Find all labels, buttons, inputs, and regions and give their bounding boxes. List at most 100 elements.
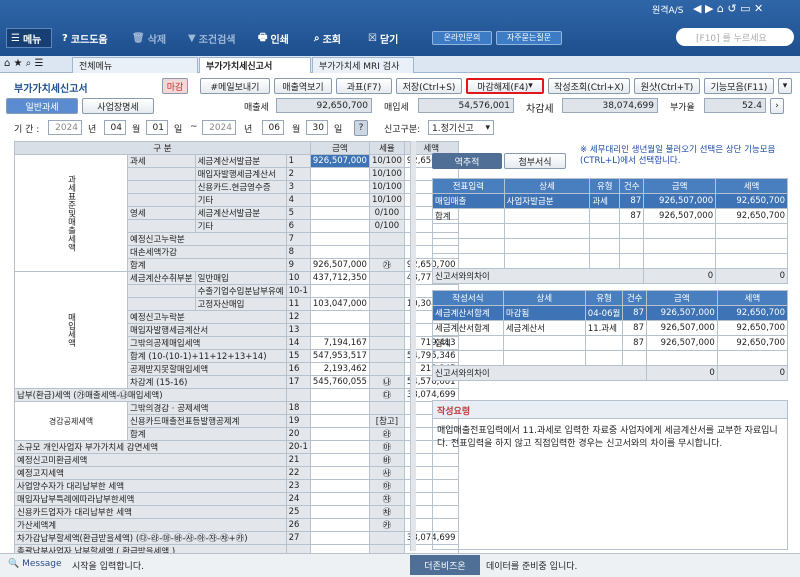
vertical-scrollbar[interactable] (410, 141, 416, 551)
help-icon[interactable]: ? (354, 120, 368, 136)
chevron-right-icon[interactable]: › (770, 98, 784, 114)
end-day[interactable]: 30 (306, 120, 328, 135)
nav-arrows-icon[interactable]: ◀ ▶ ⌂ ↺ ▭ ✕ (693, 2, 763, 15)
tab-all-menu[interactable]: 전체메뉴 (72, 57, 198, 73)
table-cell (309, 414, 370, 428)
table-cell: 합계 (432, 208, 505, 224)
end-month[interactable]: 06 (262, 120, 284, 135)
delete-button[interactable]: 🗑 삭제 (132, 28, 166, 48)
table-cell (309, 232, 370, 246)
table-row[interactable]: 예정고지세액 22 ㉴ (14, 466, 459, 480)
home-icons[interactable]: ⌂ ★ ⌕ ☰ (4, 58, 43, 69)
chevron-down-icon[interactable]: ▾ (778, 78, 792, 94)
table-row[interactable]: 합계 87 926,507,000 92,650,700 (432, 208, 788, 224)
diff-label: 신고서와의차이 (431, 268, 645, 284)
search-input[interactable]: [F10] 를 누르세요 (676, 28, 794, 46)
table-cell: ㉳ (368, 453, 405, 467)
table-cell: 세금계산서 (502, 320, 586, 336)
table-cell (309, 245, 370, 259)
table-cell (309, 167, 370, 181)
table-cell: ㉵ (368, 479, 405, 493)
condition-search-button[interactable]: ▼ 조건검색 (188, 28, 236, 48)
table-cell: 103,047,000 (309, 297, 370, 311)
tab-attachments[interactable]: 첨부서식 (504, 153, 566, 169)
table-row[interactable]: 소규모 개인사업자 부가가치세 감면세액 20-1 ㉲ (14, 440, 459, 454)
print-button[interactable]: 🖶 인쇄 (258, 28, 289, 48)
trash-icon: 🗑 (132, 32, 145, 44)
rate-label: 부가율 (670, 103, 695, 113)
close-unlock-button[interactable]: 마감해제(F4) ▾ (466, 78, 544, 94)
table-row[interactable]: 매입자납부특례에따라납부한세액 24 ㉶ (14, 492, 459, 506)
table-cell: 과세 (589, 193, 621, 209)
table-row[interactable]: 과세표준및매출세액과세세금계산서발급분1926,507,00010/10092,… (14, 154, 459, 272)
report-type-label: 신고구분: (384, 125, 421, 135)
report-type-select[interactable]: 1.정기신고 ▾ (428, 120, 494, 135)
table-cell (127, 219, 196, 233)
tab-vat-return[interactable]: 부가가치세신고서 (199, 57, 311, 73)
start-day[interactable]: 01 (146, 120, 168, 135)
table-row[interactable]: 사업양수자가 대리납부한 세액 23 ㉵ (14, 479, 459, 493)
table-cell: 그밖의공제매입세액 (127, 336, 287, 350)
tab-backtrack[interactable]: 역추적 (432, 153, 502, 169)
start-month[interactable]: 04 (104, 120, 126, 135)
diff-tax: 0 (715, 268, 788, 284)
unit-day: 일 (174, 125, 183, 135)
group-label: 과세표준및매출세액 (14, 154, 128, 272)
table-cell (309, 492, 370, 506)
table-row[interactable]: 예정신고미환급세액 21 ㉳ (14, 453, 459, 467)
end-year[interactable]: 2024 (202, 120, 236, 135)
faq-button[interactable]: 자주묻는질문 (496, 31, 562, 45)
table-row[interactable]: 세금계산서합계 마감됨 04-06월 87 926,507,000 92,650,700 (432, 305, 789, 321)
table-cell (309, 193, 370, 207)
table-cell: 2 (285, 167, 311, 181)
tab-general[interactable]: 일반과세 (6, 98, 78, 114)
table-cell (645, 350, 718, 366)
question-icon: ? (62, 32, 68, 44)
table-cell (368, 297, 405, 311)
table-cell (432, 238, 505, 254)
save-button[interactable]: 저장(Ctrl+S) (396, 78, 462, 94)
view-created-button[interactable]: 작성조회(Ctrl+X) (548, 78, 630, 94)
table-row[interactable] (432, 223, 788, 239)
table-cell: 기타 (194, 219, 287, 233)
diff-tax: 0 (716, 365, 789, 381)
code-help-button[interactable]: ? 코드도움 (62, 28, 108, 48)
group-label: 경감공제세액 (14, 401, 128, 441)
table-cell (619, 253, 645, 269)
start-year[interactable]: 2024 (48, 120, 82, 135)
online-inquiry-button[interactable]: 온라인문의 (432, 31, 492, 45)
table-row[interactable]: 가산세액계 26 ㉸ (14, 518, 459, 532)
send-mail-button[interactable]: #메일보내기 (200, 78, 270, 94)
table-cell: 합계 (127, 427, 287, 441)
table-cell: 신용카드.현금영수증 (194, 180, 287, 194)
table-row[interactable]: 합계 87 926,507,000 92,650,700 (432, 335, 789, 351)
tab-business-detail[interactable]: 사업장명세 (82, 98, 154, 114)
table-row[interactable]: 차가감납부할세액(환급받을세액) (㉰-㉱-㉲-㉳-㉴-㉵-㉶-㉷+㉸) 27 38… (14, 531, 459, 545)
tax-base-button[interactable]: 과표(F7) (336, 78, 392, 94)
menu-button[interactable]: ☰ 메뉴 (6, 28, 52, 48)
table-cell: 20-1 (285, 440, 311, 454)
table-row[interactable]: 납부(환급)세액 (㉮매출세액-㉯매입세액) ㉰ 38,074,699 (14, 388, 459, 402)
table-cell: 8 (285, 245, 311, 259)
table-row[interactable]: 세금계산서합계 세금계산서 11.과세 87 926,507,000 92,650,700 (432, 320, 789, 336)
tab-vat-mri[interactable]: 부가가치세 MRI 검사 (312, 57, 414, 73)
table-cell (503, 253, 591, 269)
one-shot-button[interactable]: 원샷(Ctrl+T) (634, 78, 700, 94)
table-row[interactable]: 경감공제세액 그밖의경감 · 공제세액 18 (14, 401, 459, 441)
table-row[interactable]: 매입세액 세금계산수취부분 일반매입 10 437,712,350 43,771,233 (14, 271, 459, 389)
table-row[interactable]: 매입매출 사업자발급분 과세 87 926,507,000 92,650,700 (432, 193, 788, 209)
table-cell (309, 505, 370, 519)
function-menu-button[interactable]: 기능모음(F11) (704, 78, 774, 94)
table-cell: 기타 (194, 193, 287, 207)
remote-as-label[interactable]: 원격A/S (652, 3, 683, 16)
table-cell: 매입자발행세금계산서 (127, 323, 287, 337)
table-row[interactable] (432, 253, 788, 269)
table-row[interactable] (432, 350, 789, 366)
close-button[interactable]: ☒ 닫기 (368, 28, 398, 48)
query-button[interactable]: ⌕ 조회 (314, 28, 341, 48)
table-row[interactable] (432, 238, 788, 254)
sales-view-button[interactable]: 매출역보기 (274, 78, 332, 94)
close-icon: ☒ (368, 32, 377, 44)
table-row[interactable]: 신용카드업자가 대리납부한 세액 25 ㉷ (14, 505, 459, 519)
table-cell: 예정신고누락분 (127, 232, 287, 246)
